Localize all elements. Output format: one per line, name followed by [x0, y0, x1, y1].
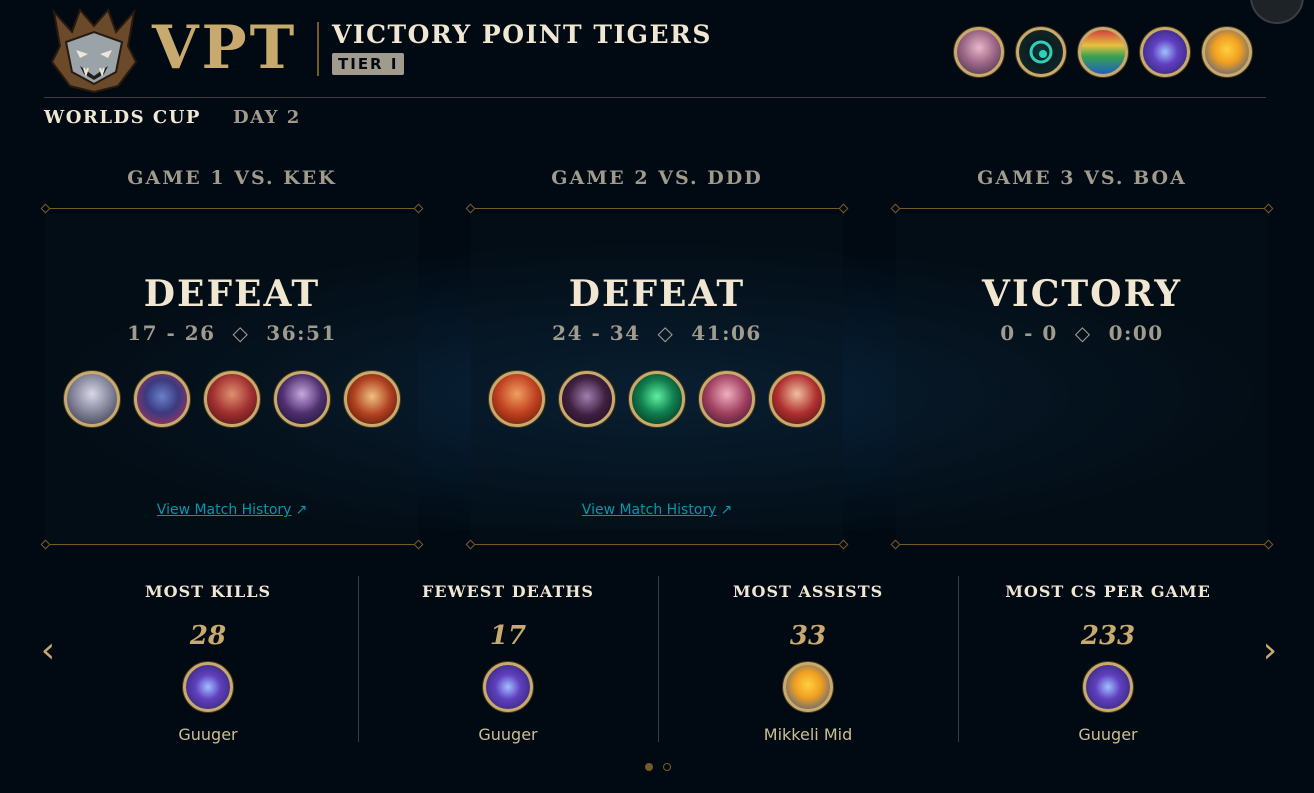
stat-title: MOST KILLS — [144, 582, 272, 601]
divider-top — [894, 208, 1270, 209]
stat-title: FEWEST DEATHS — [422, 582, 594, 601]
next-arrow[interactable]: › — [1256, 633, 1284, 669]
divider-top — [44, 208, 420, 209]
tab-bar: WORLDS CUP DAY 2 — [44, 105, 301, 131]
crystal-icon[interactable] — [483, 662, 533, 712]
tab-worlds-cup[interactable]: WORLDS CUP — [44, 105, 201, 131]
game-result: VICTORY — [981, 273, 1183, 315]
game-duration: 41:06 — [691, 321, 762, 345]
game-card-2: GAME 2 VS. DDD DEFEAT 24 - 34 ◇ 41:06 Vi… — [467, 160, 847, 552]
champion-icon[interactable] — [274, 371, 330, 427]
game-card-3: GAME 3 VS. BOA VICTORY 0 - 0 ◇ 0:00 — [892, 160, 1272, 552]
diamond-icon: ◇ — [1066, 321, 1101, 345]
stat-most-kills: MOST KILLS 28 Guuger — [58, 578, 358, 758]
roster-avatar-4[interactable] — [1140, 27, 1190, 77]
stat-player: Guuger — [1078, 725, 1138, 744]
game-score: 17 - 26 — [127, 321, 216, 345]
divider-bottom — [469, 544, 845, 545]
champion-icon[interactable] — [204, 371, 260, 427]
game-result: DEFEAT — [568, 273, 746, 315]
stat-player: Guuger — [178, 725, 238, 744]
team-logo — [50, 8, 138, 94]
tab-day-2[interactable]: DAY 2 — [233, 105, 301, 131]
crystal-icon[interactable] — [1083, 662, 1133, 712]
stat-value: 28 — [189, 621, 227, 651]
stat-value: 17 — [489, 621, 527, 651]
roster-avatar-1[interactable] — [954, 27, 1004, 77]
roster-avatar-2[interactable] — [1016, 27, 1066, 77]
stat-value: 33 — [789, 621, 827, 651]
diamond-icon: ◇ — [224, 321, 258, 345]
stat-player: Mikkeli Mid — [763, 725, 853, 744]
game-duration: 0:00 — [1108, 321, 1164, 345]
external-link-icon: ↗ — [720, 502, 733, 518]
champion-list — [42, 371, 422, 427]
stat-fewest-deaths: FEWEST DEATHS 17 Guuger — [358, 578, 658, 758]
carousel-pager — [645, 763, 671, 771]
champion-icon[interactable] — [769, 371, 825, 427]
stat-title: MOST ASSISTS — [732, 582, 884, 601]
game-title: GAME 2 VS. DDD — [551, 167, 763, 189]
champion-list — [467, 371, 847, 427]
view-match-history-link[interactable]: View Match History — [157, 502, 292, 518]
game-result: DEFEAT — [143, 273, 321, 315]
champion-icon[interactable] — [344, 371, 400, 427]
stat-most-assists: MOST ASSISTS 33 Mikkeli Mid — [658, 578, 958, 758]
champion-icon[interactable] — [489, 371, 545, 427]
stat-title: MOST CS PER GAME — [1005, 582, 1211, 601]
tier-badge: TIER I — [332, 53, 405, 75]
game-score-line: 0 - 0 ◇ 0:00 — [892, 320, 1272, 346]
diamond-icon: ◇ — [649, 321, 683, 345]
pager-dot-1[interactable] — [645, 763, 653, 771]
game-panel — [896, 214, 1268, 546]
view-match-history-link[interactable]: View Match History — [582, 502, 717, 518]
roster-list — [954, 27, 1252, 77]
orb-icon — [1029, 40, 1053, 64]
game-title: GAME 1 VS. KEK — [127, 167, 337, 189]
champion-icon[interactable] — [134, 371, 190, 427]
team-name: VICTORY POINT TIGERS — [332, 20, 712, 49]
game-score: 0 - 0 — [1000, 321, 1058, 345]
header-rule — [44, 97, 1266, 98]
champion-icon[interactable] — [64, 371, 120, 427]
game-score: 24 - 34 — [552, 321, 641, 345]
game-card-1: GAME 1 VS. KEK DEFEAT 17 - 26 ◇ 36:51 Vi… — [42, 160, 422, 552]
match-history-link-wrap: View Match History ↗ — [467, 500, 847, 520]
header-divider — [317, 22, 319, 76]
champion-icon[interactable] — [699, 371, 755, 427]
divider-top — [469, 208, 845, 209]
stat-value: 233 — [1080, 621, 1136, 651]
team-abbreviation: VPT — [152, 13, 298, 83]
champion-icon[interactable] — [559, 371, 615, 427]
divider-bottom — [894, 544, 1270, 545]
stat-player: Guuger — [478, 725, 538, 744]
game-score-line: 17 - 26 ◇ 36:51 — [42, 320, 422, 346]
champion-icon[interactable] — [629, 371, 685, 427]
game-duration: 36:51 — [266, 321, 337, 345]
game-score-line: 24 - 34 ◇ 41:06 — [467, 320, 847, 346]
pager-dot-2[interactable] — [663, 763, 671, 771]
match-history-link-wrap: View Match History ↗ — [42, 500, 422, 520]
divider-bottom — [44, 544, 420, 545]
stat-most-cs: MOST CS PER GAME 233 Guuger — [958, 578, 1258, 758]
duck-icon[interactable] — [783, 662, 833, 712]
crystal-icon[interactable] — [183, 662, 233, 712]
game-title: GAME 3 VS. BOA — [977, 167, 1187, 189]
roster-avatar-3[interactable] — [1078, 27, 1128, 77]
external-link-icon: ↗ — [295, 502, 308, 518]
roster-avatar-5[interactable] — [1202, 27, 1252, 77]
close-button[interactable] — [1250, 0, 1304, 24]
